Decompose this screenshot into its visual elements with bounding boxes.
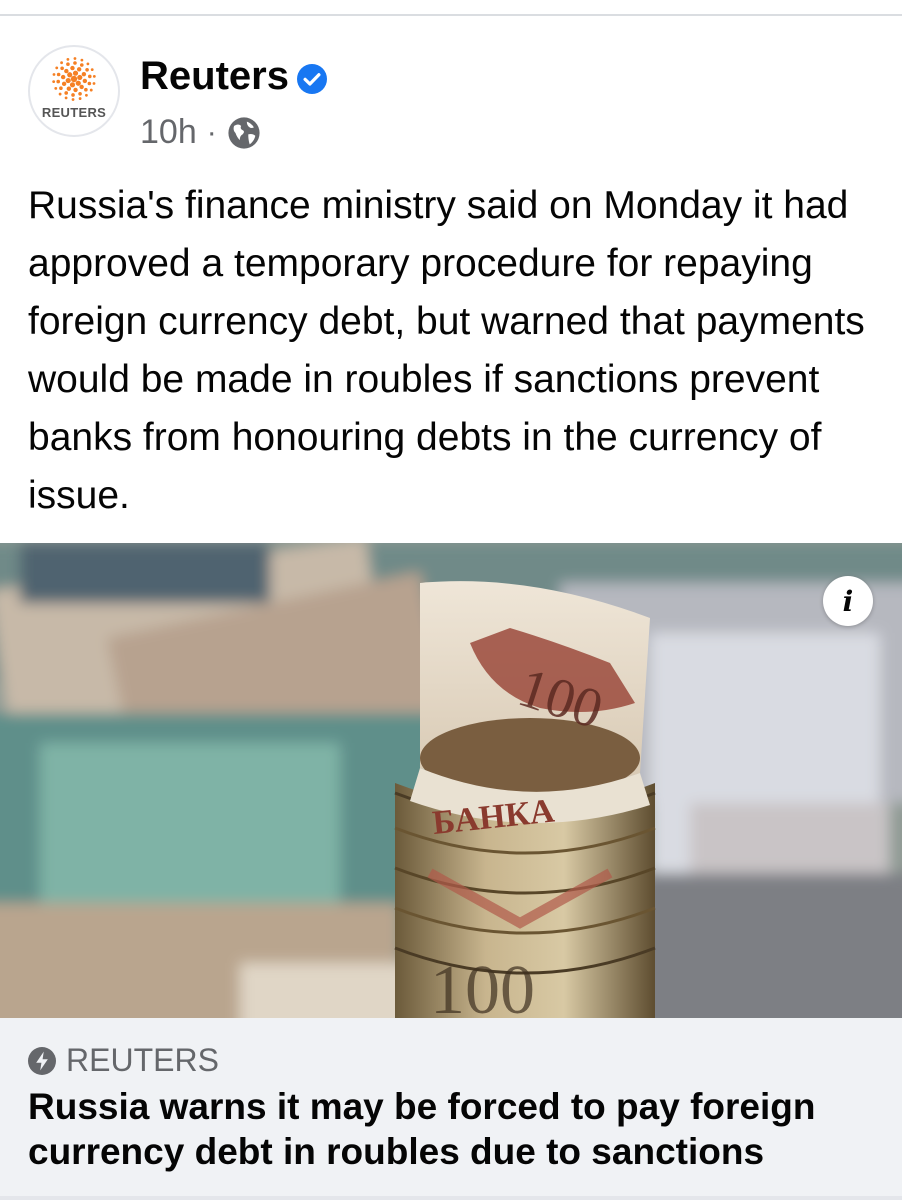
globe-icon[interactable] — [227, 116, 261, 150]
svg-text:100: 100 — [430, 952, 535, 1018]
page-name-row: Reuters — [140, 54, 327, 99]
page-avatar[interactable]: REUTERS — [28, 45, 120, 137]
rolled-banknote: 100 БАНКА 100 — [394, 581, 656, 1018]
post-timestamp[interactable]: 10h — [140, 113, 197, 152]
reuters-logo-icon — [52, 56, 96, 101]
link-source-row: REUTERS — [28, 1042, 219, 1079]
verified-badge-icon — [296, 63, 327, 94]
link-preview[interactable]: REUTERS Russia warns it may be forced to… — [0, 1018, 902, 1200]
banknotes-image: 100 БАНКА 100 — [0, 543, 902, 1018]
post-photo[interactable]: 100 БАНКА 100 i — [0, 543, 902, 1018]
avatar-label: REUTERS — [41, 104, 107, 120]
bottom-divider — [0, 1196, 902, 1200]
post-text: Russia's finance ministry said on Monday… — [28, 184, 865, 517]
info-button[interactable]: i — [823, 576, 873, 626]
meta-separator: · — [206, 115, 217, 149]
link-source: REUTERS — [66, 1042, 219, 1078]
instant-article-bolt-icon — [28, 1046, 56, 1075]
post-meta: 10h · — [140, 113, 261, 152]
link-title[interactable]: Russia warns it may be forced to pay for… — [28, 1084, 878, 1174]
page-name-link[interactable]: Reuters — [140, 54, 289, 99]
top-divider — [0, 14, 902, 16]
